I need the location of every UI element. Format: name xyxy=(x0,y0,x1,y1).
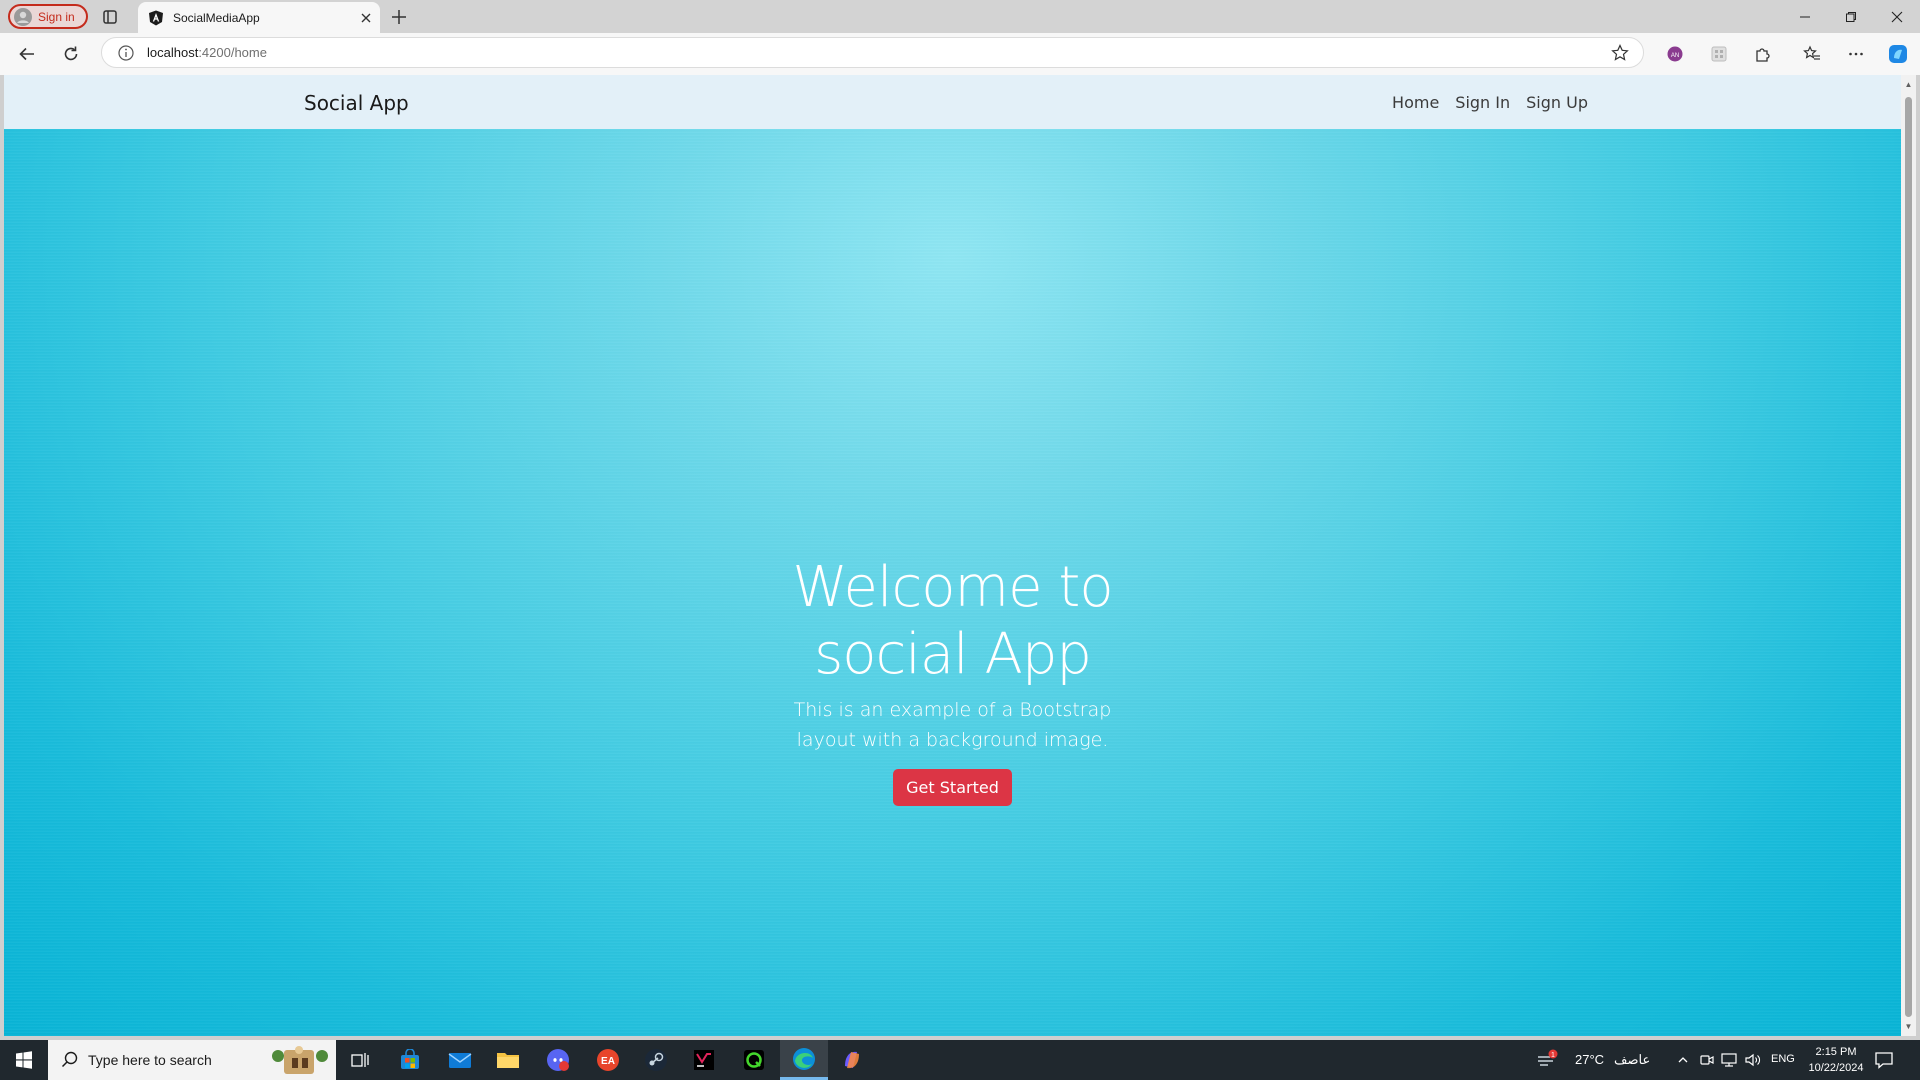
weather-icon[interactable]: 1 xyxy=(1530,1040,1564,1080)
extension-grid-icon[interactable] xyxy=(1707,42,1731,66)
tray-chevron-up-icon[interactable] xyxy=(1672,1040,1694,1080)
favorite-star-icon[interactable] xyxy=(1611,44,1629,62)
nav-link-signup[interactable]: Sign Up xyxy=(1526,93,1588,112)
navbar-links: Home Sign In Sign Up xyxy=(1392,93,1588,112)
razer-cortex-icon[interactable] xyxy=(730,1040,778,1080)
weather-alert-badge: 1 xyxy=(1551,1052,1555,1059)
mail-icon[interactable] xyxy=(436,1040,484,1080)
tab-close-icon[interactable] xyxy=(352,4,380,32)
tab-actions-icon[interactable] xyxy=(100,7,120,27)
volume-icon[interactable] xyxy=(1742,1040,1764,1080)
microsoft-store-icon[interactable] xyxy=(386,1040,434,1080)
weather-temperature[interactable]: 27°C xyxy=(1575,1052,1604,1067)
navbar-brand[interactable]: Social App xyxy=(304,91,409,115)
steam-icon[interactable] xyxy=(632,1040,680,1080)
taskbar-clock[interactable]: 2:15 PM 10/22/2024 xyxy=(1806,1044,1866,1076)
clock-date: 10/22/2024 xyxy=(1808,1062,1864,1074)
taskbar-search-box[interactable]: Type here to search xyxy=(48,1040,336,1080)
file-explorer-icon[interactable] xyxy=(484,1040,532,1080)
hero-section: Welcome to social App This is an example… xyxy=(4,129,1901,1036)
close-window-icon[interactable] xyxy=(1874,0,1920,33)
hero-content: Welcome to social App This is an example… xyxy=(4,554,1901,806)
profile-avatar-icon xyxy=(14,7,32,26)
angular-favicon-icon xyxy=(149,10,163,25)
search-highlight-illustration-icon xyxy=(272,1046,328,1074)
scrollbar-thumb[interactable] xyxy=(1905,97,1912,1017)
jetbrains-ide-icon[interactable] xyxy=(680,1040,728,1080)
task-view-icon[interactable] xyxy=(336,1040,384,1080)
new-tab-plus-icon[interactable] xyxy=(388,6,410,28)
language-indicator[interactable]: ENG xyxy=(1771,1053,1795,1065)
minimize-icon[interactable] xyxy=(1782,0,1828,33)
extension-profile-icon[interactable]: AN xyxy=(1663,42,1687,66)
site-navbar: Social App Home Sign In Sign Up xyxy=(4,75,1901,129)
profile-signin-label: Sign in xyxy=(38,9,75,24)
scroll-down-arrow-icon[interactable]: ▼ xyxy=(1901,1019,1916,1034)
windows-start-icon[interactable] xyxy=(0,1040,48,1080)
nav-link-signin[interactable]: Sign In xyxy=(1455,93,1510,112)
address-bar[interactable]: localhost:4200/home xyxy=(101,37,1644,68)
tab-title: SocialMediaApp xyxy=(173,10,260,25)
get-started-button[interactable]: Get Started xyxy=(893,769,1012,806)
windows-taskbar: Type here to search EA 1 27°C عاصف ENG 2… xyxy=(0,1040,1920,1080)
address-url: localhost:4200/home xyxy=(147,45,267,60)
svg-text:EA: EA xyxy=(601,1056,615,1067)
search-icon xyxy=(61,1051,78,1068)
refresh-icon[interactable] xyxy=(59,42,83,66)
favorites-list-icon[interactable] xyxy=(1800,42,1824,66)
clock-time: 2:15 PM xyxy=(1815,1046,1857,1058)
tab-socialmediaapp[interactable]: SocialMediaApp xyxy=(138,2,380,33)
copilot-taskbar-icon[interactable] xyxy=(828,1040,876,1080)
search-placeholder: Type here to search xyxy=(88,1052,212,1068)
browser-tab-strip: Sign in SocialMediaApp xyxy=(0,0,1920,33)
restore-icon[interactable] xyxy=(1828,0,1874,33)
discord-icon[interactable] xyxy=(534,1040,582,1080)
page-viewport: Social App Home Sign In Sign Up Welcome … xyxy=(4,75,1901,1036)
svg-text:AN: AN xyxy=(1671,53,1679,59)
back-arrow-icon[interactable] xyxy=(15,42,39,66)
more-menu-icon[interactable] xyxy=(1844,42,1868,66)
edge-browser-icon[interactable] xyxy=(780,1040,828,1080)
url-host: localhost xyxy=(147,45,199,60)
copilot-icon[interactable] xyxy=(1886,42,1910,66)
browser-toolbar: localhost:4200/home AN xyxy=(0,33,1920,75)
notifications-icon[interactable] xyxy=(1873,1049,1895,1071)
nav-link-home[interactable]: Home xyxy=(1392,93,1439,112)
meet-now-icon[interactable] xyxy=(1696,1040,1718,1080)
page-scrollbar[interactable]: ▲ ▼ xyxy=(1901,75,1916,1036)
url-path: :4200/home xyxy=(198,45,267,60)
hero-title: Welcome to social App xyxy=(792,555,1113,687)
hero-subtitle: This is an example of a Bootstrap layout… xyxy=(793,699,1112,751)
extensions-puzzle-icon[interactable] xyxy=(1751,42,1775,66)
network-icon[interactable] xyxy=(1718,1040,1740,1080)
site-info-icon[interactable] xyxy=(117,44,135,62)
profile-signin-button[interactable]: Sign in xyxy=(8,4,88,29)
ea-app-icon[interactable]: EA xyxy=(584,1040,632,1080)
weather-condition[interactable]: عاصف xyxy=(1614,1052,1650,1068)
scroll-up-arrow-icon[interactable]: ▲ xyxy=(1901,77,1916,92)
